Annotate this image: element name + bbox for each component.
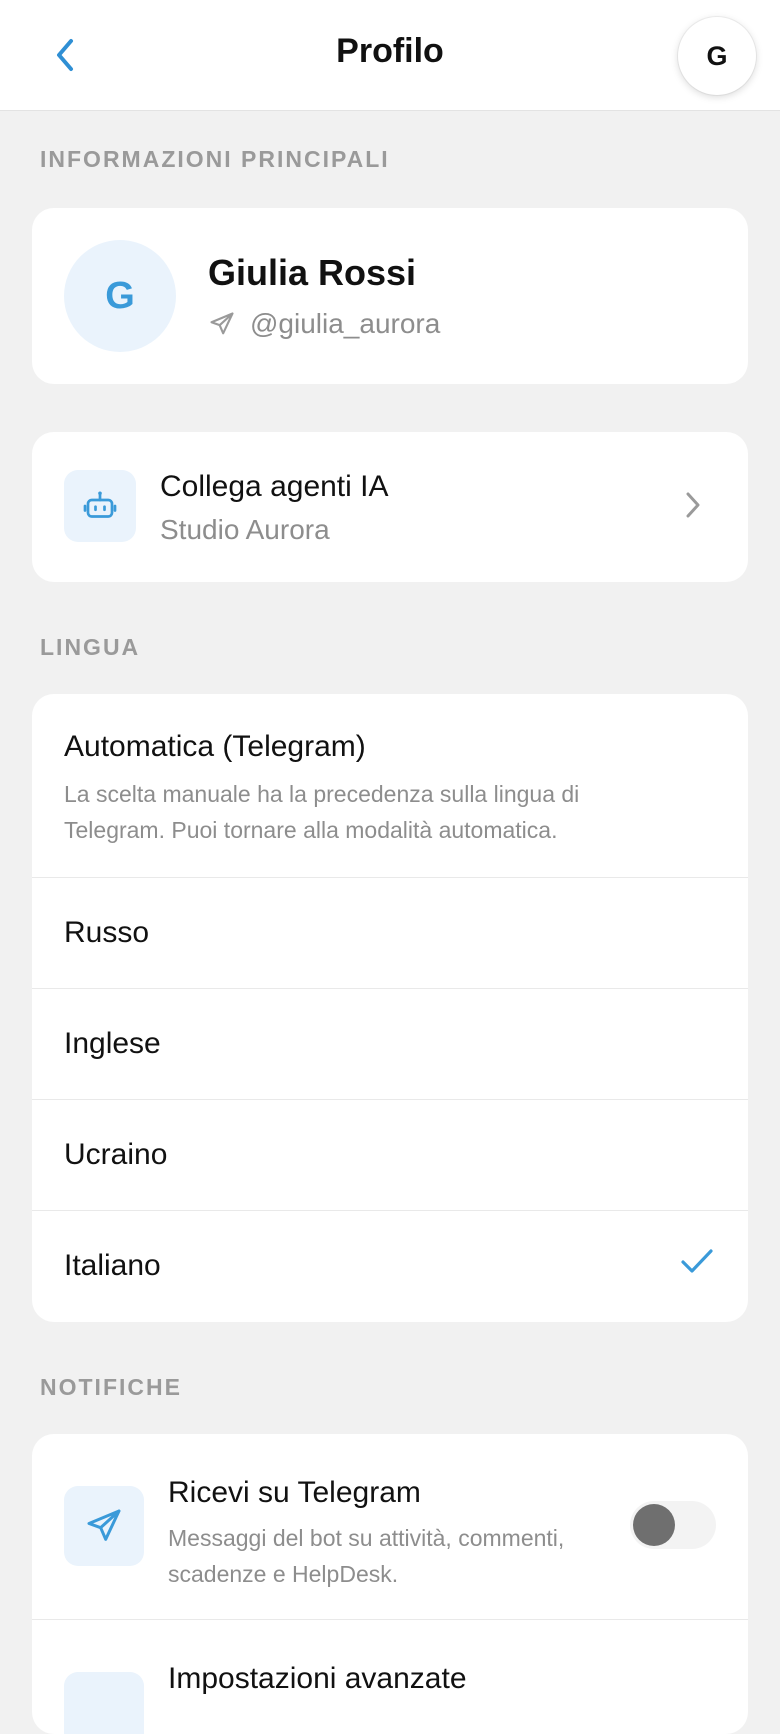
app-header: Profilo G: [0, 0, 780, 111]
language-auto-description: La scelta manuale ha la precedenza sulla…: [64, 781, 580, 843]
language-auto-title: Automatica (Telegram): [64, 730, 366, 763]
language-option-inglese[interactable]: Inglese: [32, 989, 748, 1100]
robot-icon: [83, 491, 117, 518]
advanced-settings-icon-box: [64, 1672, 144, 1734]
profile-card: G Giulia Rossi @giulia_aurora: [32, 208, 748, 384]
telegram-icon-box: [64, 1486, 144, 1566]
language-label: Russo: [64, 916, 150, 949]
advanced-settings-title: Impostazioni avanzate: [168, 1662, 467, 1695]
profile-name: Giulia Rossi: [208, 252, 417, 293]
language-label: Inglese: [64, 1027, 161, 1060]
telegram-notifications-toggle[interactable]: [630, 1501, 716, 1549]
language-option-auto[interactable]: Automatica (Telegram) La scelta manuale …: [32, 694, 748, 878]
chevron-right-icon: [678, 490, 708, 520]
language-option-italiano[interactable]: Italiano: [32, 1211, 748, 1319]
agent-title: Collega agenti IA: [160, 470, 389, 503]
telegram-notifications-row: Ricevi su Telegram Messaggi del bot su a…: [32, 1434, 748, 1620]
telegram-send-icon: [87, 1509, 121, 1541]
connect-ai-agents-item[interactable]: Collega agenti IA Studio Aurora: [32, 432, 748, 582]
toggle-knob: [633, 1504, 675, 1546]
profile-handle: @giulia_aurora: [208, 308, 440, 340]
page-title: Profilo: [336, 32, 444, 70]
language-option-russo[interactable]: Russo: [32, 878, 748, 989]
advanced-settings-row[interactable]: Impostazioni avanzate: [32, 1620, 748, 1734]
section-title-notifications: NOTIFICHE: [40, 1374, 182, 1400]
section-title-main-info: INFORMAZIONI PRINCIPALI: [40, 146, 390, 172]
telegram-send-icon: [210, 312, 234, 335]
language-label: Italiano: [64, 1249, 161, 1282]
section-title-language: LINGUA: [40, 634, 141, 660]
profile-avatar: G: [64, 240, 176, 352]
telegram-notifications-title: Ricevi su Telegram: [168, 1476, 421, 1509]
user-avatar-button[interactable]: G: [678, 17, 756, 95]
agent-icon-box: [64, 470, 136, 542]
agent-subtitle: Studio Aurora: [160, 514, 330, 545]
language-label: Ucraino: [64, 1138, 168, 1171]
language-list: Automatica (Telegram) La scelta manuale …: [32, 694, 748, 1322]
checkmark-icon: [681, 1249, 713, 1273]
telegram-notifications-description: Messaggi del bot su attività, commenti, …: [168, 1525, 565, 1587]
profile-handle-text: @giulia_aurora: [250, 308, 441, 339]
notifications-card: Ricevi su Telegram Messaggi del bot su a…: [32, 1434, 748, 1734]
language-option-ucraino[interactable]: Ucraino: [32, 1100, 748, 1211]
